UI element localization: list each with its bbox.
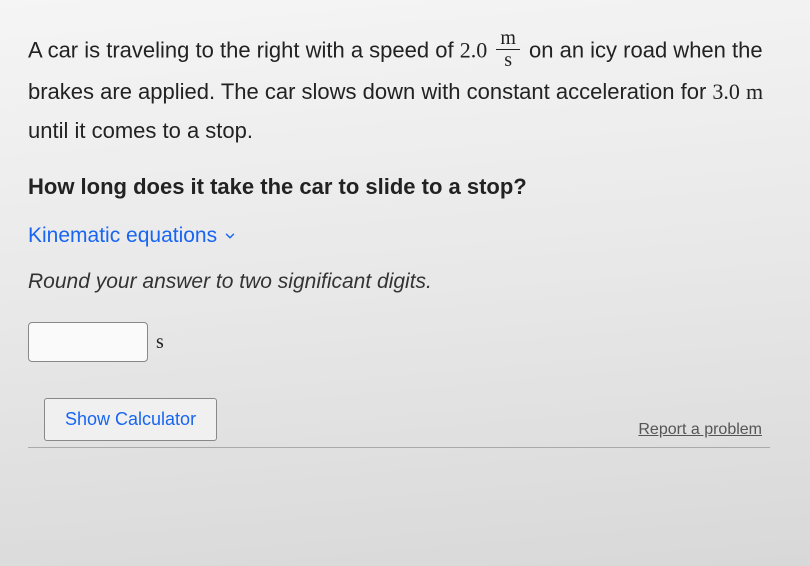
problem-text-part3: until it comes to a stop.: [28, 118, 253, 143]
answer-unit-label: s: [156, 331, 164, 354]
speed-value: 2.0: [460, 37, 488, 62]
answer-row: s: [28, 322, 770, 362]
kinematic-equations-toggle[interactable]: Kinematic equations: [28, 224, 237, 248]
rounding-instruction: Round your answer to two significant dig…: [28, 270, 770, 294]
speed-unit-fraction: m s: [496, 28, 520, 71]
kinematic-link-label: Kinematic equations: [28, 224, 217, 248]
show-calculator-button[interactable]: Show Calculator: [44, 398, 217, 441]
distance-value: 3.0: [712, 79, 740, 104]
answer-input[interactable]: [28, 322, 148, 362]
problem-statement: A car is traveling to the right with a s…: [28, 30, 770, 150]
report-problem-link[interactable]: Report a problem: [638, 421, 762, 439]
distance-unit: m: [746, 79, 763, 104]
problem-text-part1: A car is traveling to the right with a s…: [28, 37, 460, 62]
chevron-down-icon: [223, 224, 237, 248]
footer-row: Show Calculator Report a problem: [28, 398, 770, 448]
fraction-numerator: m: [496, 28, 520, 50]
fraction-denominator: s: [500, 50, 516, 71]
question-text: How long does it take the car to slide t…: [28, 174, 770, 200]
